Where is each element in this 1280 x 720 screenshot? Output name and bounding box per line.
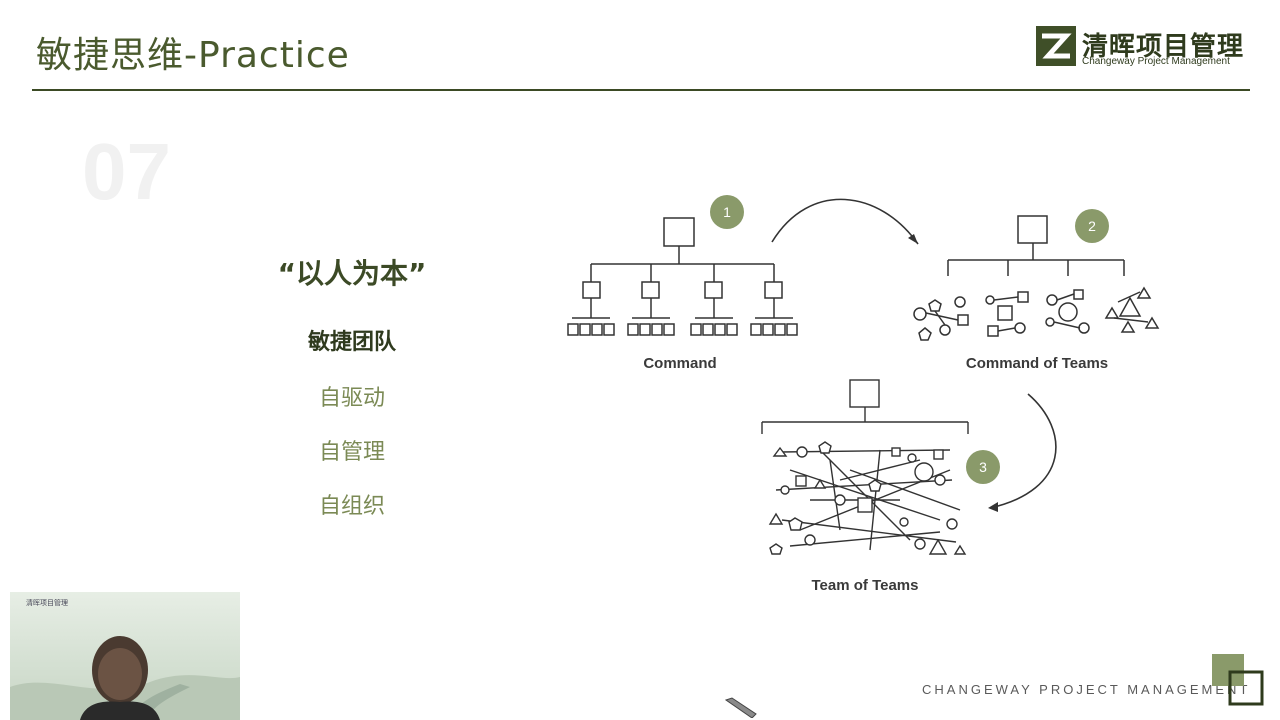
presenter-webcam: 清晖项目管理 [10, 592, 240, 720]
presenter-silhouette [10, 636, 240, 720]
corner-decoration-icon [1212, 654, 1264, 706]
list-item-self-driven: 自驱动 [318, 386, 385, 411]
step-1-number: 1 [723, 204, 731, 220]
label-command: Command [643, 355, 716, 372]
label-command-of-teams: Command of Teams [966, 355, 1108, 372]
page-title: 敏捷思维-Practice [36, 35, 350, 76]
section-number: 07 [82, 127, 171, 216]
list-item-self-organized: 自组织 [318, 494, 385, 519]
agile-team-heading: 敏捷团队 [307, 330, 396, 355]
command-hierarchy [567, 217, 798, 336]
label-team-of-teams: Team of Teams [812, 577, 919, 594]
logo-mark-icon [1036, 26, 1076, 66]
title-divider [32, 89, 1250, 91]
step-3-number: 3 [979, 459, 987, 475]
company-logo: 清晖项目管理 Changeway Project Management [1036, 26, 1252, 70]
principle-quote: “以人为本” [277, 257, 427, 290]
step-2-number: 2 [1088, 218, 1096, 234]
webcam-logo-text: 清晖项目管理 [26, 599, 68, 607]
list-item-self-managed: 自管理 [318, 440, 385, 465]
team-structure-diagram: Command 1 Command of Teams 2 Team of Tea… [567, 195, 1160, 594]
team-of-teams [761, 379, 969, 555]
command-of-teams [913, 215, 1160, 341]
footer-brand-text: CHANGEWAY PROJECT MANAGEMENT [922, 682, 1251, 697]
logo-english-text: Changeway Project Management [1082, 56, 1230, 67]
pen-cursor-icon [724, 697, 757, 718]
